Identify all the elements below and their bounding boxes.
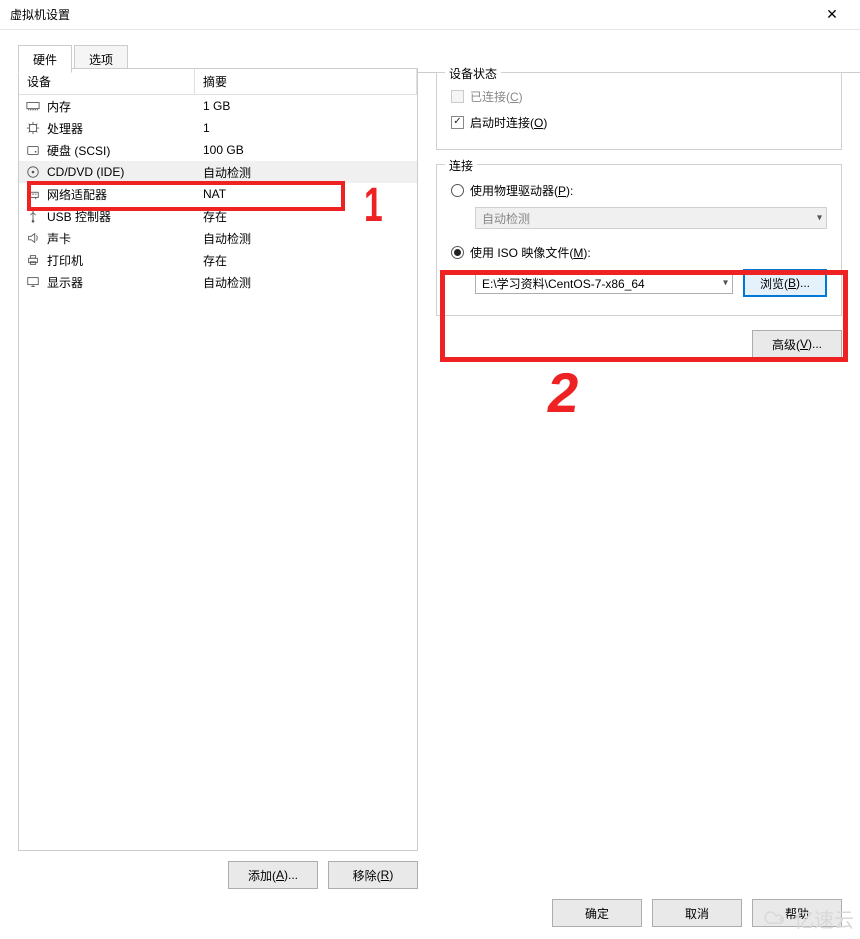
advanced-button[interactable]: 高级(V)... (752, 330, 842, 358)
chevron-down-icon[interactable]: ▾ (723, 278, 728, 289)
device-label: 处理器 (47, 120, 83, 137)
physical-drive-value: 自动检测 (482, 210, 530, 227)
tab-hardware[interactable]: 硬件 (18, 45, 72, 73)
device-summary: 自动检测 (195, 230, 417, 247)
remove-button[interactable]: 移除(R) (328, 861, 418, 889)
col-header-summary[interactable]: 摘要 (195, 69, 417, 94)
connected-checkbox (451, 90, 464, 103)
hardware-row-sound[interactable]: 声卡 自动检测 (19, 227, 417, 249)
cancel-button[interactable]: 取消 (652, 899, 742, 927)
hardware-row-usb[interactable]: USB 控制器 存在 (19, 205, 417, 227)
device-summary: 自动检测 (195, 164, 417, 181)
device-label: 打印机 (47, 252, 83, 269)
hardware-row-memory[interactable]: 内存 1 GB (19, 95, 417, 117)
disk-icon (25, 142, 41, 158)
titlebar: 虚拟机设置 ✕ (0, 0, 860, 30)
disc-icon (25, 164, 41, 180)
hardware-list-header: 设备 摘要 (19, 69, 417, 95)
iso-path-combo[interactable]: E:\学习资料\CentOS-7-x86_64 ▾ (475, 272, 733, 294)
ok-button[interactable]: 确定 (552, 899, 642, 927)
cpu-icon (25, 120, 41, 136)
hardware-row-cpu[interactable]: 处理器 1 (19, 117, 417, 139)
memory-icon (25, 98, 41, 114)
close-button[interactable]: ✕ (812, 1, 852, 29)
device-label: 声卡 (47, 230, 71, 247)
add-button[interactable]: 添加(A)... (228, 861, 318, 889)
device-summary: 存在 (195, 208, 417, 225)
iso-file-radio[interactable] (451, 246, 464, 259)
hardware-row-printer[interactable]: 打印机 存在 (19, 249, 417, 271)
hardware-row-disk[interactable]: 硬盘 (SCSI) 100 GB (19, 139, 417, 161)
device-label: 网络适配器 (47, 186, 107, 203)
device-status-title: 设备状态 (445, 65, 501, 82)
physical-drive-radio[interactable] (451, 184, 464, 197)
device-label: USB 控制器 (47, 208, 111, 225)
device-label: CD/DVD (IDE) (47, 165, 124, 179)
window-title: 虚拟机设置 (10, 6, 812, 23)
device-label: 内存 (47, 98, 71, 115)
iso-path-value: E:\学习资料\CentOS-7-x86_64 (482, 275, 645, 292)
device-label: 显示器 (47, 274, 83, 291)
hardware-list[interactable]: 设备 摘要 内存 1 GB 处理器 1 硬盘 (SCSI) 100 GB CD/DVD (I… (18, 68, 418, 851)
physical-drive-combo: 自动检测 ▾ (475, 207, 827, 229)
display-icon (25, 274, 41, 290)
device-summary: 自动检测 (195, 274, 417, 291)
dialog-footer: 确定 取消 帮助 (552, 899, 842, 927)
connect-on-start-checkbox[interactable]: ✓ (451, 116, 464, 129)
connect-on-start-label: 启动时连接(O) (470, 114, 547, 131)
usb-icon (25, 208, 41, 224)
chevron-down-icon: ▾ (817, 213, 822, 224)
device-summary: 存在 (195, 252, 417, 269)
device-label: 硬盘 (SCSI) (47, 142, 110, 159)
device-summary: NAT (195, 187, 417, 201)
connection-group: 连接 使用物理驱动器(P): 自动检测 ▾ 使用 ISO 映像文件(M): E:… (436, 164, 842, 316)
hardware-row-net[interactable]: 网络适配器 NAT (19, 183, 417, 205)
help-button[interactable]: 帮助 (752, 899, 842, 927)
device-status-group: 设备状态 已连接(C) ✓ 启动时连接(O) (436, 72, 842, 150)
device-summary: 100 GB (195, 143, 417, 157)
hardware-row-cddvd[interactable]: CD/DVD (IDE) 自动检测 (19, 161, 417, 183)
device-summary: 1 (195, 121, 417, 135)
connected-label: 已连接(C) (470, 88, 523, 105)
connection-title: 连接 (445, 157, 477, 174)
browse-button[interactable]: 浏览(B)... (743, 269, 827, 297)
physical-drive-label: 使用物理驱动器(P): (470, 182, 573, 199)
device-summary: 1 GB (195, 99, 417, 113)
iso-file-label: 使用 ISO 映像文件(M): (470, 244, 591, 261)
printer-icon (25, 252, 41, 268)
hardware-row-display[interactable]: 显示器 自动检测 (19, 271, 417, 293)
sound-icon (25, 230, 41, 246)
net-icon (25, 186, 41, 202)
